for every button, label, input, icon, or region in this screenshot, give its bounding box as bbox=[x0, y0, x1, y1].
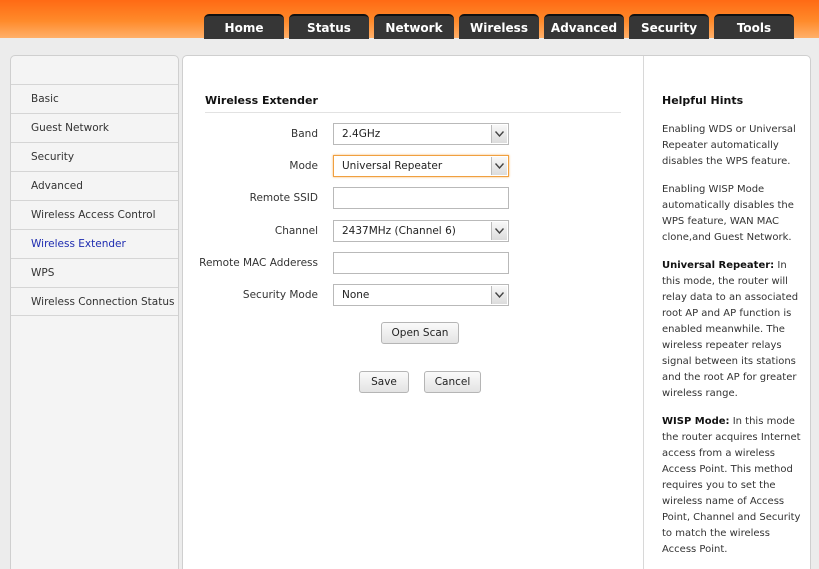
hints-title: Helpful Hints bbox=[662, 94, 744, 107]
sidebar-item-wireless-connection-status[interactable]: Wireless Connection Status bbox=[11, 287, 178, 316]
tab-status[interactable]: Status bbox=[289, 14, 369, 39]
chevron-down-icon bbox=[491, 157, 507, 175]
sidebar-item-guest-network[interactable]: Guest Network bbox=[11, 113, 178, 142]
mode-label: Mode bbox=[289, 160, 318, 172]
band-value: 2.4GHz bbox=[342, 128, 381, 140]
hint-wisp-mode: WISP Mode: In this mode the router acqui… bbox=[662, 414, 802, 558]
band-select[interactable]: 2.4GHz bbox=[333, 123, 509, 145]
remote-ssid-label: Remote SSID bbox=[249, 192, 318, 204]
band-row: Band 2.4GHz bbox=[183, 123, 643, 145]
security-mode-select[interactable]: None bbox=[333, 284, 509, 306]
tab-tools[interactable]: Tools bbox=[714, 14, 794, 39]
security-mode-row: Security Mode None bbox=[183, 284, 643, 306]
sidebar-item-basic[interactable]: Basic bbox=[11, 84, 178, 113]
hint-universal-repeater: Universal Repeater: In this mode, the ro… bbox=[662, 258, 802, 402]
remote-mac-input[interactable] bbox=[333, 252, 509, 274]
sidebar-item-wireless-extender[interactable]: Wireless Extender bbox=[11, 229, 178, 258]
chevron-down-icon bbox=[491, 222, 507, 240]
hint-heading: Universal Repeater: bbox=[662, 260, 775, 271]
hints-body: Enabling WDS or Universal Repeater autom… bbox=[662, 122, 802, 569]
sidebar: Basic Guest Network Security Advanced Wi… bbox=[10, 55, 179, 569]
sidebar-item-wireless-access-control[interactable]: Wireless Access Control bbox=[11, 200, 178, 229]
open-scan-button[interactable]: Open Scan bbox=[381, 322, 459, 344]
tab-security[interactable]: Security bbox=[629, 14, 709, 39]
tab-advanced[interactable]: Advanced bbox=[544, 14, 624, 39]
header-bar: Home Status Network Wireless Advanced Se… bbox=[0, 0, 819, 39]
sidebar-item-security[interactable]: Security bbox=[11, 142, 178, 171]
hint-text: In this mode, the router will relay data… bbox=[662, 260, 799, 399]
sidebar-item-advanced[interactable]: Advanced bbox=[11, 171, 178, 200]
channel-label: Channel bbox=[274, 225, 318, 237]
remote-mac-label: Remote MAC Adderess bbox=[199, 257, 318, 269]
hint-heading: WISP Mode: bbox=[662, 416, 730, 427]
sidebar-item-wps[interactable]: WPS bbox=[11, 258, 178, 287]
settings-form: Wireless Extender Band 2.4GHz Mode Unive… bbox=[183, 56, 643, 569]
hint-text: In this mode the router acquires Interne… bbox=[662, 416, 801, 555]
tab-wireless[interactable]: Wireless bbox=[459, 14, 539, 39]
page-title: Wireless Extender bbox=[205, 94, 318, 107]
hint-wds: Enabling WDS or Universal Repeater autom… bbox=[662, 124, 796, 167]
channel-select[interactable]: 2437MHz (Channel 6) bbox=[333, 220, 509, 242]
channel-value: 2437MHz (Channel 6) bbox=[342, 225, 456, 237]
hint-wisp: Enabling WISP Mode automatically disable… bbox=[662, 184, 794, 243]
chevron-down-icon bbox=[491, 125, 507, 143]
cancel-button[interactable]: Cancel bbox=[424, 371, 481, 393]
security-mode-value: None bbox=[342, 289, 370, 301]
tab-network[interactable]: Network bbox=[374, 14, 454, 39]
hints-panel: Helpful Hints Enabling WDS or Universal … bbox=[643, 56, 810, 569]
chevron-down-icon bbox=[491, 286, 507, 304]
main-panel: Wireless Extender Band 2.4GHz Mode Unive… bbox=[182, 55, 811, 569]
title-divider bbox=[205, 112, 621, 113]
save-button[interactable]: Save bbox=[359, 371, 409, 393]
remote-ssid-input[interactable] bbox=[333, 187, 509, 209]
band-label: Band bbox=[291, 128, 318, 140]
remote-mac-row: Remote MAC Adderess bbox=[183, 252, 643, 274]
mode-select[interactable]: Universal Repeater bbox=[333, 155, 509, 177]
tab-home[interactable]: Home bbox=[204, 14, 284, 39]
channel-row: Channel 2437MHz (Channel 6) bbox=[183, 220, 643, 242]
security-mode-label: Security Mode bbox=[242, 289, 318, 301]
mode-row: Mode Universal Repeater bbox=[183, 155, 643, 177]
mode-value: Universal Repeater bbox=[342, 160, 443, 172]
remote-ssid-row: Remote SSID bbox=[183, 187, 643, 209]
